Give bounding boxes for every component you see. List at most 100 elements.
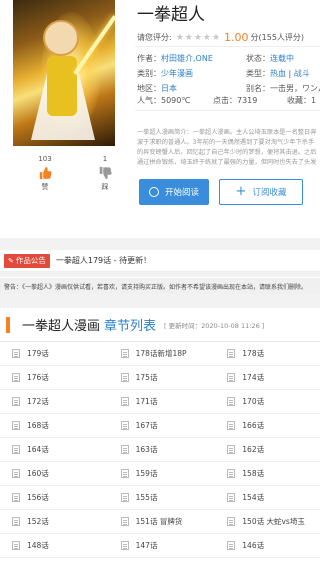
copyright-warning: 警告：《一拳超人》漫画仅供试看，若喜欢，请支持购买正版。如作者不希望该漫画出现在… — [0, 278, 320, 294]
chapter-item[interactable]: 178话新增18P — [107, 342, 214, 365]
chapter-item[interactable]: 151话 冒牌货 — [107, 510, 214, 533]
start-reading-label: 开始阅读 — [164, 188, 199, 198]
chapter-item[interactable]: 175话 — [107, 366, 214, 389]
chapter-item[interactable]: 164话 — [0, 438, 107, 461]
chapter-item[interactable]: 156话 — [0, 486, 107, 509]
alias-value: 一击男，ワンパ — [270, 84, 320, 93]
category-link[interactable]: 少年漫画 — [161, 69, 193, 78]
chapter-item[interactable]: 171话 — [107, 390, 214, 413]
chapter-label: 178话 — [242, 349, 265, 358]
chapter-label: 170话 — [242, 397, 265, 406]
chapter-label: 159话 — [135, 469, 158, 478]
chapter-label: 154话 — [242, 493, 265, 502]
type-info: 类型：热血 | 战斗 — [246, 68, 310, 79]
header-accent-bar — [6, 316, 10, 333]
popularity-label: 人气： — [137, 96, 161, 105]
chapter-item[interactable]: 159话 — [107, 462, 214, 485]
chapter-item[interactable]: 152话 — [0, 510, 107, 533]
favorites-info: 收藏：1 — [287, 95, 316, 106]
rating-score: 1.00 — [224, 31, 249, 44]
clicks-value: 7319 — [237, 96, 258, 105]
document-icon — [12, 493, 20, 502]
chapter-item[interactable]: 163话 — [107, 438, 214, 461]
document-icon — [120, 445, 129, 454]
cover-hero-head — [43, 20, 79, 56]
chapter-item[interactable]: 170话 — [213, 390, 320, 413]
chapter-item[interactable]: 155话 — [107, 486, 214, 509]
region-label: 地区： — [137, 84, 161, 93]
chapter-item[interactable]: 172话 — [0, 390, 107, 413]
chapter-item[interactable]: 167话 — [107, 414, 214, 437]
document-icon — [120, 517, 129, 526]
chapter-item[interactable]: 146话 — [213, 534, 320, 557]
chapter-list-comic-title: 一拳超人漫画 — [22, 319, 101, 334]
favorites-value: 1 — [311, 96, 317, 105]
chapter-row: 152话 151话 冒牌货 150话 大蛇vs埼玉 — [0, 510, 320, 534]
chapter-item[interactable]: 160话 — [0, 462, 107, 485]
chapter-item[interactable]: 166话 — [213, 414, 320, 437]
update-time: [ 更新时间：2020-10-08 11:26 ] — [164, 321, 265, 330]
category-info: 类别：少年漫画 — [137, 68, 193, 79]
chapter-item[interactable]: 150话 大蛇vs埼玉 — [213, 510, 320, 533]
upvote[interactable]: 103 赞 — [30, 155, 60, 192]
chapter-label: 160话 — [27, 469, 49, 478]
chapter-label: 151话 冒牌货 — [135, 517, 183, 526]
plus-icon: + — [235, 184, 247, 199]
start-reading-button[interactable]: 开始阅读 — [139, 179, 209, 205]
type-link-battle[interactable]: 战斗 — [294, 69, 310, 78]
document-icon — [227, 517, 236, 526]
comic-detail: 一拳超人 请您评分: ★★★★★ 1.00 分(155人评分) 作者：村田雄介,… — [0, 0, 320, 238]
chapter-item[interactable]: 168话 — [0, 414, 107, 437]
downvote[interactable]: 1 踩 — [90, 155, 120, 192]
subscribe-button[interactable]: + 订阅收藏 — [219, 179, 303, 205]
popularity-value: 5090℃ — [161, 96, 191, 105]
rating-count: 分(155人评分) — [250, 33, 305, 42]
comic-title: 一拳超人 — [137, 5, 205, 25]
chapter-item[interactable]: 154话 — [213, 486, 320, 509]
document-icon — [12, 373, 20, 382]
document-icon — [120, 349, 129, 358]
chapter-item[interactable]: 162话 — [213, 438, 320, 461]
document-icon — [120, 493, 129, 502]
chapter-label: 176话 — [27, 373, 49, 382]
chapter-row: 156话 155话 154话 — [0, 486, 320, 510]
type-separator: | — [286, 69, 294, 78]
chapter-row: 168话 167话 166话 — [0, 414, 320, 438]
type-label: 类型： — [246, 69, 270, 78]
author-link[interactable]: 村田雄介,ONE — [161, 54, 213, 63]
notice-text[interactable]: 一拳超人179话 - 待更新！ — [56, 255, 151, 266]
divider — [135, 110, 320, 111]
region-link[interactable]: 日本 — [161, 84, 177, 93]
status-link[interactable]: 连载中 — [270, 54, 294, 63]
announcement-icon: ✎ — [8, 256, 14, 265]
status-label: 状态： — [246, 54, 270, 63]
clicks-label: 点击： — [213, 96, 237, 105]
thumbs-up-icon — [39, 166, 52, 180]
chapter-item[interactable]: 176话 — [0, 366, 107, 389]
chapter-label: 162话 — [242, 445, 265, 454]
downvote-label: 踩 — [101, 183, 109, 191]
chapter-label: 150话 大蛇vs埼玉 — [242, 517, 305, 526]
chapter-label: 164话 — [27, 445, 49, 454]
chapter-item[interactable]: 148话 — [0, 534, 107, 557]
document-icon — [12, 397, 20, 406]
chapter-label: 152话 — [27, 517, 49, 526]
type-link-hot-blood[interactable]: 热血 — [270, 69, 286, 78]
clicks-info: 点击：7319 — [213, 95, 257, 106]
rating-stars[interactable]: ★★★★★ — [176, 33, 221, 43]
chapter-item[interactable]: 179话 — [0, 342, 107, 365]
chapter-label: 148话 — [27, 541, 49, 550]
chapter-item[interactable]: 158话 — [213, 462, 320, 485]
chapter-item[interactable]: 178话 — [213, 342, 320, 365]
chapter-item[interactable]: 147话 — [107, 534, 214, 557]
comic-cover-image[interactable] — [13, 0, 115, 146]
document-icon — [120, 469, 129, 478]
chapter-label: 172话 — [27, 397, 49, 406]
chapter-row: 164话 163话 162话 — [0, 438, 320, 462]
chapter-label: 155话 — [135, 493, 158, 502]
chapter-label: 146话 — [242, 541, 265, 550]
chapter-label: 175话 — [135, 373, 158, 382]
chapter-item[interactable]: 174话 — [213, 366, 320, 389]
document-icon — [227, 397, 236, 406]
document-icon — [12, 445, 20, 454]
